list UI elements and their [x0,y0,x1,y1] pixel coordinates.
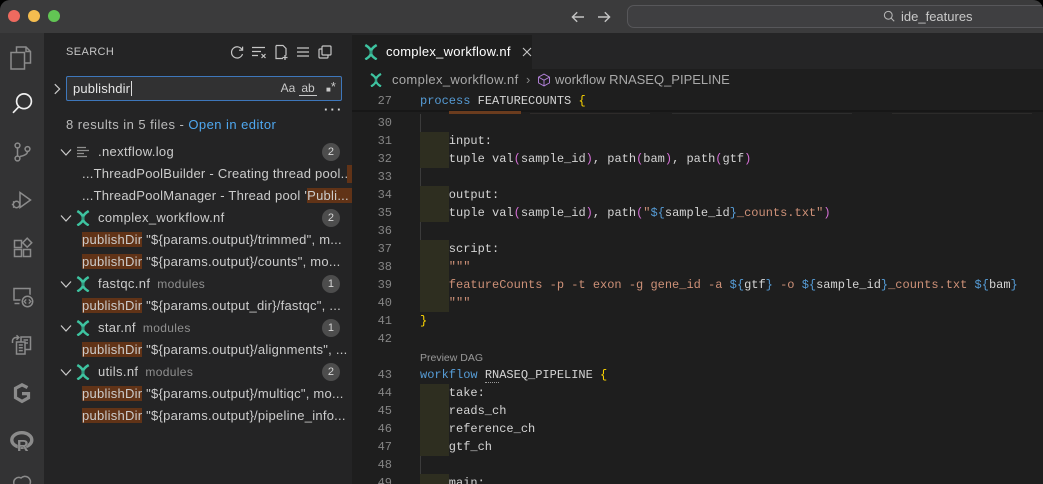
svg-text:R: R [17,438,29,454]
